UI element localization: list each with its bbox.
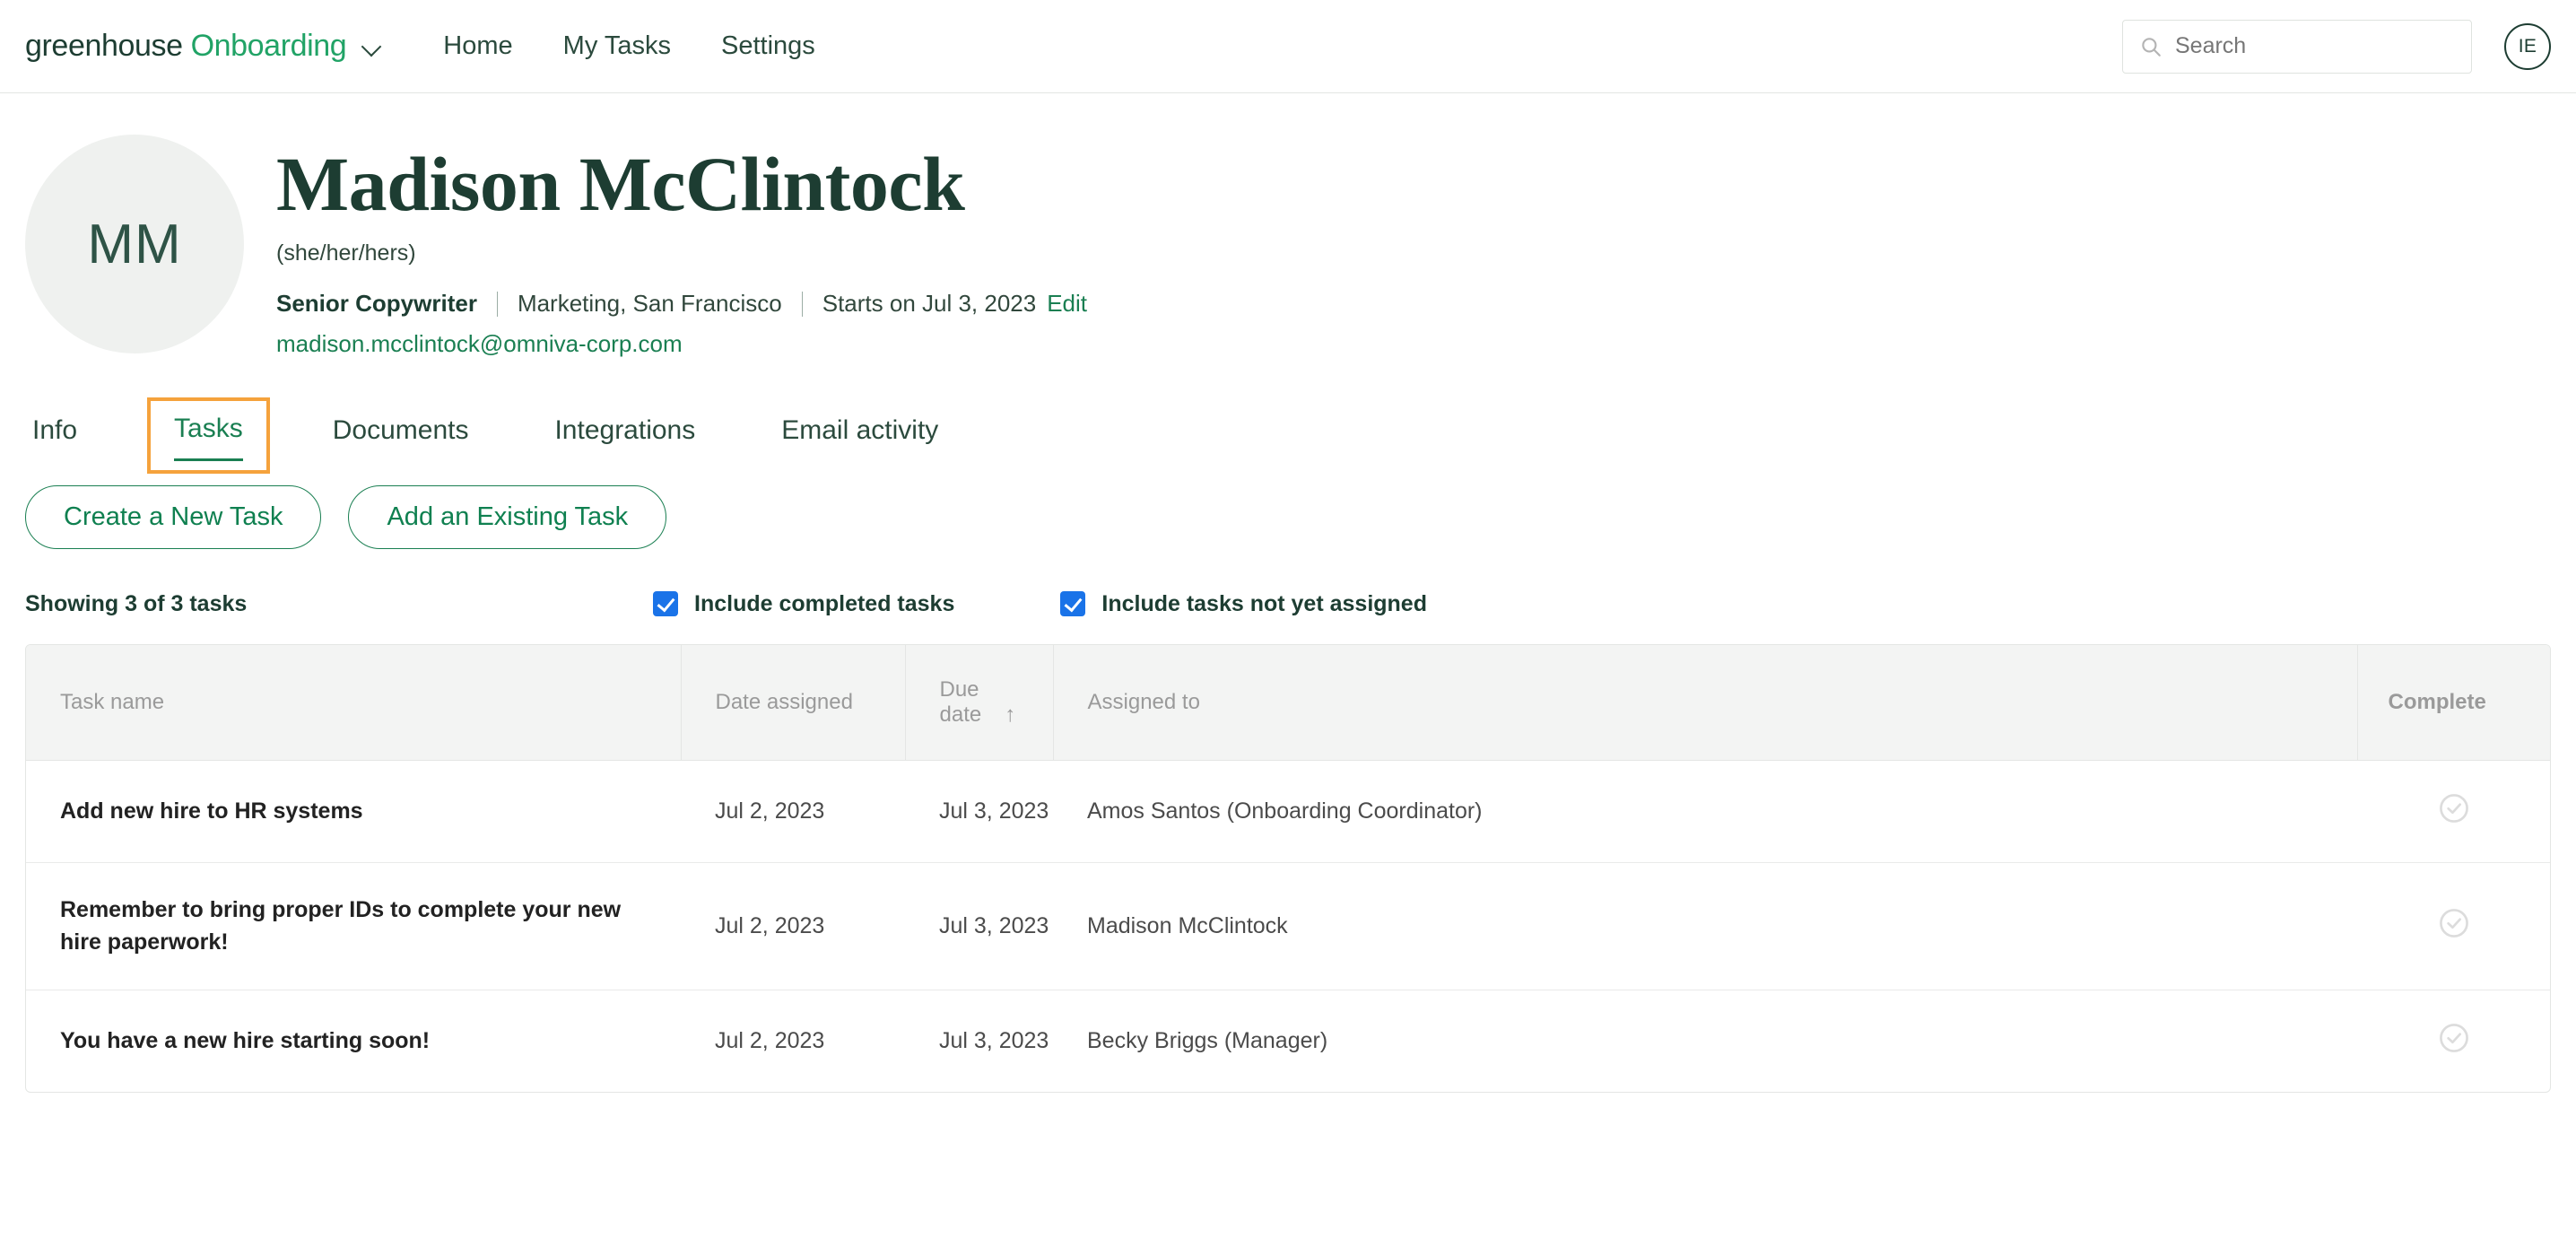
profile-tabs: Info Tasks Documents Integrations Email … — [25, 397, 2551, 482]
meta-divider — [801, 291, 803, 317]
cell-task-name: Add new hire to HR systems — [26, 760, 681, 863]
cell-complete — [2357, 862, 2550, 990]
brand-name-secondary: Onboarding — [190, 29, 347, 63]
showing-count-label: Showing 3 of 3 tasks — [25, 590, 248, 616]
cell-due-date: Jul 3, 2023 — [905, 760, 1053, 863]
tab-info[interactable]: Info — [32, 406, 77, 451]
cell-assigned-to: Amos Santos (Onboarding Coordinator) — [1053, 760, 2357, 863]
add-existing-task-button[interactable]: Add an Existing Task — [348, 485, 667, 549]
include-unassigned-tasks-filter[interactable]: Include tasks not yet assigned — [1060, 591, 1427, 617]
profile-details: Madison McClintock (she/her/hers) Senior… — [276, 135, 1087, 358]
sort-ascending-icon: ↑ — [1005, 702, 1016, 727]
include-completed-tasks-checkbox[interactable] — [653, 591, 678, 616]
tasks-table-body: Add new hire to HR systems Jul 2, 2023 J… — [26, 760, 2550, 1092]
table-header-row: Task name Date assigned Due date ↑ Assign… — [26, 645, 2550, 761]
brand-text: greenhouse Onboarding — [25, 29, 347, 64]
cell-due-date: Jul 3, 2023 — [905, 862, 1053, 990]
cell-due-date: Jul 3, 2023 — [939, 1027, 1049, 1053]
profile-pronouns: (she/her/hers) — [276, 240, 416, 266]
tab-email-activity[interactable]: Email activity — [781, 406, 938, 451]
column-header-due-date[interactable]: Due date ↑ — [905, 645, 1054, 761]
tab-integrations[interactable]: Integrations — [554, 406, 695, 451]
profile-start-date: Starts on Jul 3, 2023 — [822, 290, 1037, 317]
tab-info-label: Info — [32, 415, 78, 445]
profile-job-title: Senior Copywriter — [276, 290, 477, 317]
cell-date-assigned: Jul 2, 2023 — [715, 1027, 825, 1053]
table-row[interactable]: Add new hire to HR systems Jul 2, 2023 J… — [26, 760, 2550, 863]
include-unassigned-tasks-label: Include tasks not yet assigned — [1101, 590, 1427, 616]
tab-documents[interactable]: Documents — [333, 406, 469, 451]
nav-link-settings[interactable]: Settings — [696, 24, 840, 68]
check-circle-icon[interactable] — [2437, 906, 2471, 940]
cell-complete — [2357, 990, 2550, 1092]
cell-assigned-to: Madison McClintock — [1053, 862, 2357, 990]
edit-start-date-link[interactable]: Edit — [1047, 290, 1087, 318]
meta-divider — [496, 291, 498, 317]
table-row[interactable]: You have a new hire starting soon! Jul 2… — [26, 990, 2550, 1092]
include-unassigned-tasks-checkbox[interactable] — [1060, 591, 1086, 616]
table-row[interactable]: Remember to bring proper IDs to complete… — [26, 862, 2550, 990]
user-avatar[interactable]: IE — [2504, 22, 2551, 70]
page-content: MM Madison McClintock (she/her/hers) Sen… — [0, 93, 2576, 1093]
profile-avatar: MM — [25, 135, 244, 353]
tab-integrations-label: Integrations — [554, 415, 696, 445]
cell-complete — [2357, 760, 2550, 863]
search-icon — [2139, 35, 2163, 58]
nav-link-home[interactable]: Home — [418, 24, 537, 68]
tab-tasks[interactable]: Tasks — [147, 397, 270, 474]
nav-right-cluster: IE — [2122, 19, 2551, 74]
include-completed-tasks-filter[interactable]: Include completed tasks — [653, 591, 954, 617]
check-circle-icon[interactable] — [2437, 1021, 2471, 1055]
column-header-task-name[interactable]: Task name — [26, 645, 682, 761]
tab-active-underline — [174, 458, 243, 461]
check-circle-icon[interactable] — [2437, 791, 2471, 825]
chevron-down-icon[interactable] — [362, 37, 382, 57]
cell-task-name: Remember to bring proper IDs to complete… — [26, 862, 681, 990]
tab-tasks-label: Tasks — [174, 414, 243, 443]
column-header-date-assigned[interactable]: Date assigned — [681, 645, 906, 761]
tab-documents-label: Documents — [332, 415, 469, 445]
brand-name-primary: greenhouse — [25, 29, 183, 63]
column-header-assigned-to[interactable]: Assigned to — [1053, 645, 2358, 761]
column-header-due-date-label: Due date — [939, 677, 982, 727]
nav-link-my-tasks[interactable]: My Tasks — [538, 24, 696, 68]
task-filters: Showing 3 of 3 tasks Include completed t… — [25, 583, 2551, 624]
tasks-table-head: Task name Date assigned Due date ↑ Assign… — [26, 645, 2550, 761]
cell-task-name: You have a new hire starting soon! — [60, 1027, 431, 1053]
create-new-task-button[interactable]: Create a New Task — [25, 485, 322, 549]
profile-header: MM Madison McClintock (she/her/hers) Sen… — [25, 93, 2551, 358]
include-completed-tasks-label: Include completed tasks — [694, 590, 955, 616]
primary-nav: Home My Tasks Settings — [418, 24, 840, 68]
task-actions: Create a New Task Add an Existing Task — [25, 485, 2551, 549]
tasks-table-container: Task name Date assigned Due date ↑ Assign… — [25, 644, 2551, 1093]
tasks-table: Task name Date assigned Due date ↑ Assign… — [26, 645, 2550, 1092]
profile-email-link[interactable]: madison.mcclintock@omniva-corp.com — [276, 330, 683, 358]
cell-date-assigned: Jul 2, 2023 — [681, 760, 905, 863]
cell-date-assigned: Jul 2, 2023 — [681, 862, 905, 990]
tab-email-activity-label: Email activity — [781, 415, 939, 445]
search-box[interactable] — [2122, 19, 2472, 74]
profile-meta-line: Senior Copywriter Marketing, San Francis… — [276, 290, 1087, 318]
cell-assigned-to: Becky Briggs (Manager) — [1087, 1027, 1328, 1053]
page-title: Madison McClintock — [276, 141, 965, 227]
column-header-complete: Complete — [2357, 645, 2550, 761]
search-input[interactable] — [2175, 33, 2455, 59]
top-navigation-bar: greenhouse Onboarding Home My Tasks Setti… — [0, 0, 2576, 93]
brand-logo[interactable]: greenhouse Onboarding — [25, 29, 382, 64]
profile-department-location: Marketing, San Francisco — [517, 290, 782, 317]
